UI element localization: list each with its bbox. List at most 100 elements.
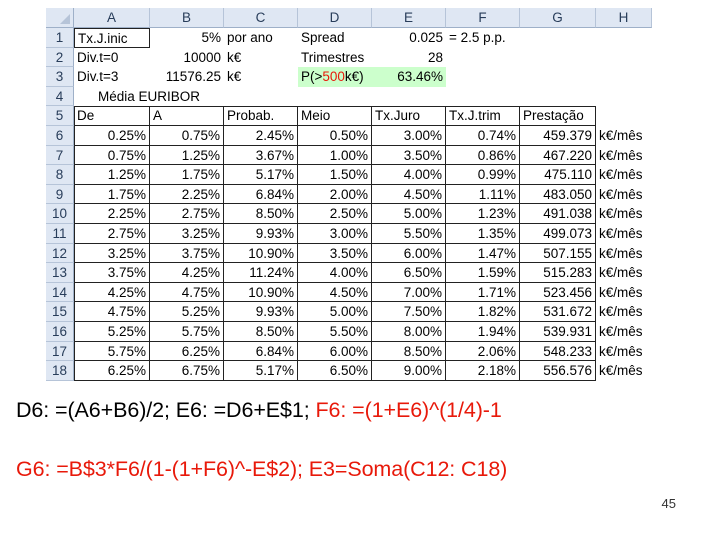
row-header-5[interactable]: 5 bbox=[46, 106, 74, 126]
row-header-9[interactable]: 9 bbox=[46, 184, 74, 205]
table-cell[interactable]: 5.50% bbox=[298, 322, 372, 342]
column-header-g[interactable]: G bbox=[520, 8, 596, 28]
table-cell[interactable]: 467.220 bbox=[520, 145, 596, 166]
unit-label[interactable]: k€/mês bbox=[596, 322, 652, 342]
table-cell[interactable]: 4.25% bbox=[150, 263, 224, 283]
table-cell[interactable]: 3.67% bbox=[224, 145, 298, 166]
cell-b3[interactable]: 11576.25 bbox=[150, 67, 224, 87]
table-cell[interactable]: 1.71% bbox=[446, 282, 520, 303]
table-cell[interactable]: 5.25% bbox=[74, 322, 150, 342]
table-cell[interactable]: 2.50% bbox=[298, 204, 372, 224]
cell-a3[interactable]: Div.t=3 bbox=[74, 67, 150, 87]
table-cell[interactable]: 8.50% bbox=[224, 322, 298, 342]
table-cell[interactable]: 6.50% bbox=[298, 361, 372, 381]
table-cell[interactable]: 1.23% bbox=[446, 204, 520, 224]
table-cell[interactable]: 4.50% bbox=[372, 184, 446, 205]
table-header-txjuro[interactable]: Tx.Juro bbox=[372, 106, 446, 126]
cell-e2[interactable]: 28 bbox=[372, 48, 446, 68]
unit-label[interactable]: k€/mês bbox=[596, 165, 652, 185]
unit-label[interactable]: k€/mês bbox=[596, 361, 652, 381]
row-header-14[interactable]: 14 bbox=[46, 282, 74, 303]
cell-a2[interactable]: Div.t=0 bbox=[74, 48, 150, 68]
table-cell[interactable]: 7.00% bbox=[372, 282, 446, 303]
table-cell[interactable]: 11.24% bbox=[224, 263, 298, 283]
table-cell[interactable]: 4.50% bbox=[298, 282, 372, 303]
table-cell[interactable]: 515.283 bbox=[520, 263, 596, 283]
table-cell[interactable]: 8.00% bbox=[372, 322, 446, 342]
cell-a4-merged[interactable]: Média EURIBOR bbox=[74, 87, 224, 107]
cell-a1[interactable]: Tx.J.inic bbox=[74, 28, 150, 48]
table-cell[interactable]: 507.155 bbox=[520, 243, 596, 264]
table-cell[interactable]: 6.50% bbox=[372, 263, 446, 283]
table-cell[interactable]: 483.050 bbox=[520, 184, 596, 205]
table-cell[interactable]: 5.25% bbox=[150, 302, 224, 322]
table-cell[interactable]: 6.84% bbox=[224, 184, 298, 205]
table-cell[interactable]: 3.25% bbox=[74, 243, 150, 264]
table-cell[interactable]: 9.93% bbox=[224, 302, 298, 322]
unit-label[interactable]: k€/mês bbox=[596, 224, 652, 244]
table-cell[interactable]: 2.25% bbox=[74, 204, 150, 224]
table-cell[interactable]: 1.75% bbox=[150, 165, 224, 185]
unit-label[interactable]: k€/mês bbox=[596, 185, 652, 205]
table-cell[interactable]: 6.25% bbox=[74, 361, 150, 381]
table-cell[interactable]: 2.45% bbox=[224, 126, 298, 146]
table-cell[interactable]: 556.576 bbox=[520, 361, 596, 381]
column-header-a[interactable]: A bbox=[74, 8, 150, 28]
table-header-de[interactable]: De bbox=[74, 106, 150, 126]
column-header-f[interactable]: F bbox=[446, 8, 520, 28]
column-header-c[interactable]: C bbox=[224, 8, 298, 28]
table-cell[interactable]: 491.038 bbox=[520, 204, 596, 224]
table-cell[interactable]: 6.00% bbox=[372, 243, 446, 264]
table-cell[interactable]: 2.75% bbox=[150, 204, 224, 224]
table-cell[interactable]: 1.00% bbox=[298, 145, 372, 166]
table-cell[interactable]: 1.75% bbox=[74, 184, 150, 205]
table-cell[interactable]: 5.50% bbox=[372, 224, 446, 244]
table-cell[interactable]: 0.75% bbox=[150, 126, 224, 146]
table-cell[interactable]: 10.90% bbox=[224, 282, 298, 303]
row-header-10[interactable]: 10 bbox=[46, 204, 74, 224]
table-cell[interactable]: 3.75% bbox=[150, 243, 224, 264]
table-cell[interactable]: 1.11% bbox=[446, 184, 520, 205]
table-cell[interactable]: 2.25% bbox=[150, 184, 224, 205]
table-cell[interactable]: 8.50% bbox=[224, 204, 298, 224]
table-cell[interactable]: 523.456 bbox=[520, 282, 596, 303]
table-header-a[interactable]: A bbox=[150, 106, 224, 126]
table-cell[interactable]: 539.931 bbox=[520, 322, 596, 342]
row-header-16[interactable]: 16 bbox=[46, 322, 74, 342]
table-cell[interactable]: 2.00% bbox=[298, 184, 372, 205]
table-cell[interactable]: 3.00% bbox=[298, 224, 372, 244]
row-header-7[interactable]: 7 bbox=[46, 145, 74, 166]
table-cell[interactable]: 1.25% bbox=[74, 165, 150, 185]
row-header-11[interactable]: 11 bbox=[46, 224, 74, 244]
table-cell[interactable]: 5.17% bbox=[224, 165, 298, 185]
table-cell[interactable]: 9.93% bbox=[224, 224, 298, 244]
column-header-h[interactable]: H bbox=[596, 8, 652, 28]
row-header-4[interactable]: 4 bbox=[46, 86, 74, 107]
table-cell[interactable]: 1.59% bbox=[446, 263, 520, 283]
cell-d3[interactable]: P(>500k€) bbox=[298, 67, 372, 87]
table-cell[interactable]: 0.74% bbox=[446, 126, 520, 146]
table-cell[interactable]: 2.06% bbox=[446, 341, 520, 362]
column-header-e[interactable]: E bbox=[372, 8, 446, 28]
table-cell[interactable]: 3.00% bbox=[372, 126, 446, 146]
table-cell[interactable]: 0.86% bbox=[446, 145, 520, 166]
cell-c2[interactable]: k€ bbox=[224, 48, 298, 68]
table-cell[interactable]: 7.50% bbox=[372, 302, 446, 322]
cell-b2[interactable]: 10000 bbox=[150, 48, 224, 68]
table-cell[interactable]: 3.25% bbox=[150, 224, 224, 244]
table-cell[interactable]: 5.75% bbox=[150, 322, 224, 342]
cell-c1[interactable]: por ano bbox=[224, 28, 298, 48]
table-cell[interactable]: 475.110 bbox=[520, 165, 596, 185]
table-header-prestacao[interactable]: Prestação bbox=[520, 106, 596, 126]
table-cell[interactable]: 3.50% bbox=[372, 145, 446, 166]
table-header-meio[interactable]: Meio bbox=[298, 106, 372, 126]
table-cell[interactable]: 6.25% bbox=[150, 341, 224, 362]
column-header-b[interactable]: B bbox=[150, 8, 224, 28]
cell-d2[interactable]: Trimestres bbox=[298, 48, 372, 68]
select-all-corner[interactable] bbox=[46, 8, 74, 28]
table-cell[interactable]: 0.25% bbox=[74, 126, 150, 146]
table-cell[interactable]: 2.75% bbox=[74, 224, 150, 244]
column-header-d[interactable]: D bbox=[298, 8, 372, 28]
table-cell[interactable]: 8.50% bbox=[372, 341, 446, 362]
cell-e3[interactable]: 63.46% bbox=[372, 67, 446, 87]
